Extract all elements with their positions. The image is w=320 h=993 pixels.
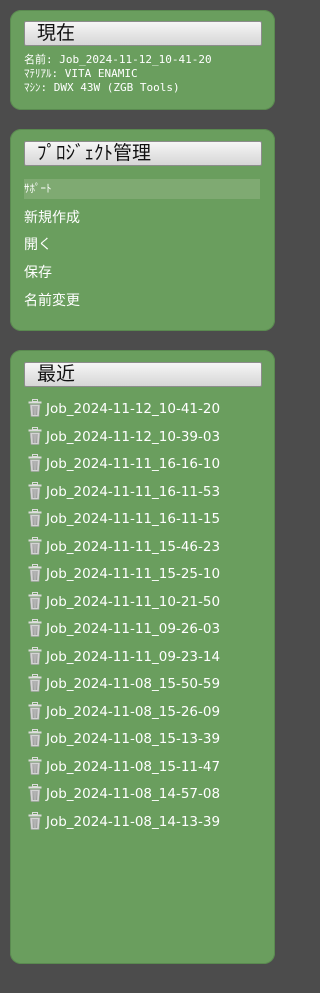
trash-icon[interactable] <box>28 811 42 830</box>
current-machine: ﾏｼﾝ: DWX 43W (ZGB Tools) <box>24 81 180 94</box>
recent-panel: 最近 Job_2024-11-12_10-41-20 Job_2024-11-12… <box>10 350 275 964</box>
recent-item[interactable]: Job_2024-11-11_10-21-50 <box>28 591 264 613</box>
trash-icon[interactable] <box>28 619 42 637</box>
recent-item-label: Job_2024-11-08_15-13-39 <box>46 731 221 747</box>
recent-item[interactable]: Job_2024-11-11_09-23-14 <box>28 646 264 668</box>
recent-item-label: Job_2024-11-08_14-13-39 <box>46 813 221 830</box>
recent-item-label: Job_2024-11-11_10-21-50 <box>46 593 221 610</box>
menu-item-new[interactable]: 新規作成 <box>24 208 260 228</box>
project-management-panel: ﾌﾟﾛｼﾞｪｸﾄ管理 ｻﾎﾟｰﾄ 新規作成 開く 保存 名前変更 <box>10 129 275 331</box>
recent-item-label: Job_2024-11-11_09-23-14 <box>46 648 221 665</box>
trash-icon[interactable] <box>28 784 42 802</box>
current-material: ﾏﾃﾘｱﾙ: VITA ENAMIC <box>24 67 138 80</box>
trash-icon[interactable] <box>28 591 42 610</box>
trash-icon[interactable] <box>28 454 42 472</box>
trash-icon[interactable] <box>28 646 42 665</box>
trash-icon[interactable] <box>28 426 42 445</box>
recent-item-label: Job_2024-11-08_15-11-47 <box>46 758 221 775</box>
recent-header: 最近 <box>24 362 262 387</box>
trash-icon[interactable] <box>28 399 42 417</box>
recent-item-label: Job_2024-11-11_09-26-03 <box>46 621 221 637</box>
trash-icon[interactable] <box>28 564 42 582</box>
recent-item[interactable]: Job_2024-11-08_14-57-08 <box>28 783 264 805</box>
recent-item[interactable]: Job_2024-11-12_10-41-20 <box>28 398 264 420</box>
recent-item-label: Job_2024-11-11_16-11-53 <box>46 483 221 500</box>
project-management-header: ﾌﾟﾛｼﾞｪｸﾄ管理 <box>24 141 262 166</box>
recent-item-label: Job_2024-11-12_10-41-20 <box>46 401 221 417</box>
current-panel: 現在 名前: Job_2024-11-12_10-41-20 ﾏﾃﾘｱﾙ: VI… <box>10 10 275 110</box>
recent-item[interactable]: Job_2024-11-11_16-11-53 <box>28 481 264 503</box>
trash-icon[interactable] <box>28 729 42 747</box>
recent-item-label: Job_2024-11-08_15-26-09 <box>46 703 221 720</box>
recent-item-label: Job_2024-11-11_16-16-10 <box>46 456 221 472</box>
trash-icon[interactable] <box>28 674 42 692</box>
trash-icon[interactable] <box>28 756 42 775</box>
recent-item[interactable]: Job_2024-11-12_10-39-03 <box>28 426 264 448</box>
recent-item[interactable]: Job_2024-11-11_09-26-03 <box>28 618 264 640</box>
trash-icon[interactable] <box>28 509 42 527</box>
recent-item[interactable]: Job_2024-11-11_15-25-10 <box>28 563 264 585</box>
recent-item[interactable]: Job_2024-11-11_16-16-10 <box>28 453 264 475</box>
trash-icon[interactable] <box>28 536 42 555</box>
recent-item-label: Job_2024-11-12_10-39-03 <box>46 428 221 445</box>
recent-item-label: Job_2024-11-11_16-11-15 <box>46 511 221 527</box>
recent-item[interactable]: Job_2024-11-08_14-13-39 <box>28 811 264 833</box>
current-job-name: 名前: Job_2024-11-12_10-41-20 <box>24 53 212 66</box>
recent-item[interactable]: Job_2024-11-08_15-26-09 <box>28 701 264 723</box>
recent-item[interactable]: Job_2024-11-08_15-50-59 <box>28 673 264 695</box>
recent-item[interactable]: Job_2024-11-11_15-46-23 <box>28 536 264 558</box>
current-header: 現在 <box>24 21 262 46</box>
trash-icon[interactable] <box>28 481 42 500</box>
menu-item-support[interactable]: ｻﾎﾟｰﾄ <box>24 179 260 199</box>
recent-item[interactable]: Job_2024-11-08_15-11-47 <box>28 756 264 778</box>
menu-item-save[interactable]: 保存 <box>24 263 260 283</box>
recent-item[interactable]: Job_2024-11-11_16-11-15 <box>28 508 264 530</box>
menu-item-rename[interactable]: 名前変更 <box>24 291 260 311</box>
recent-item[interactable]: Job_2024-11-08_15-13-39 <box>28 728 264 750</box>
recent-item-label: Job_2024-11-08_15-50-59 <box>46 676 221 692</box>
recent-item-label: Job_2024-11-08_14-57-08 <box>46 786 221 802</box>
recent-item-label: Job_2024-11-11_15-25-10 <box>46 566 221 582</box>
menu-item-open[interactable]: 開く <box>24 235 260 255</box>
recent-item-label: Job_2024-11-11_15-46-23 <box>46 538 221 555</box>
trash-icon[interactable] <box>28 701 42 720</box>
